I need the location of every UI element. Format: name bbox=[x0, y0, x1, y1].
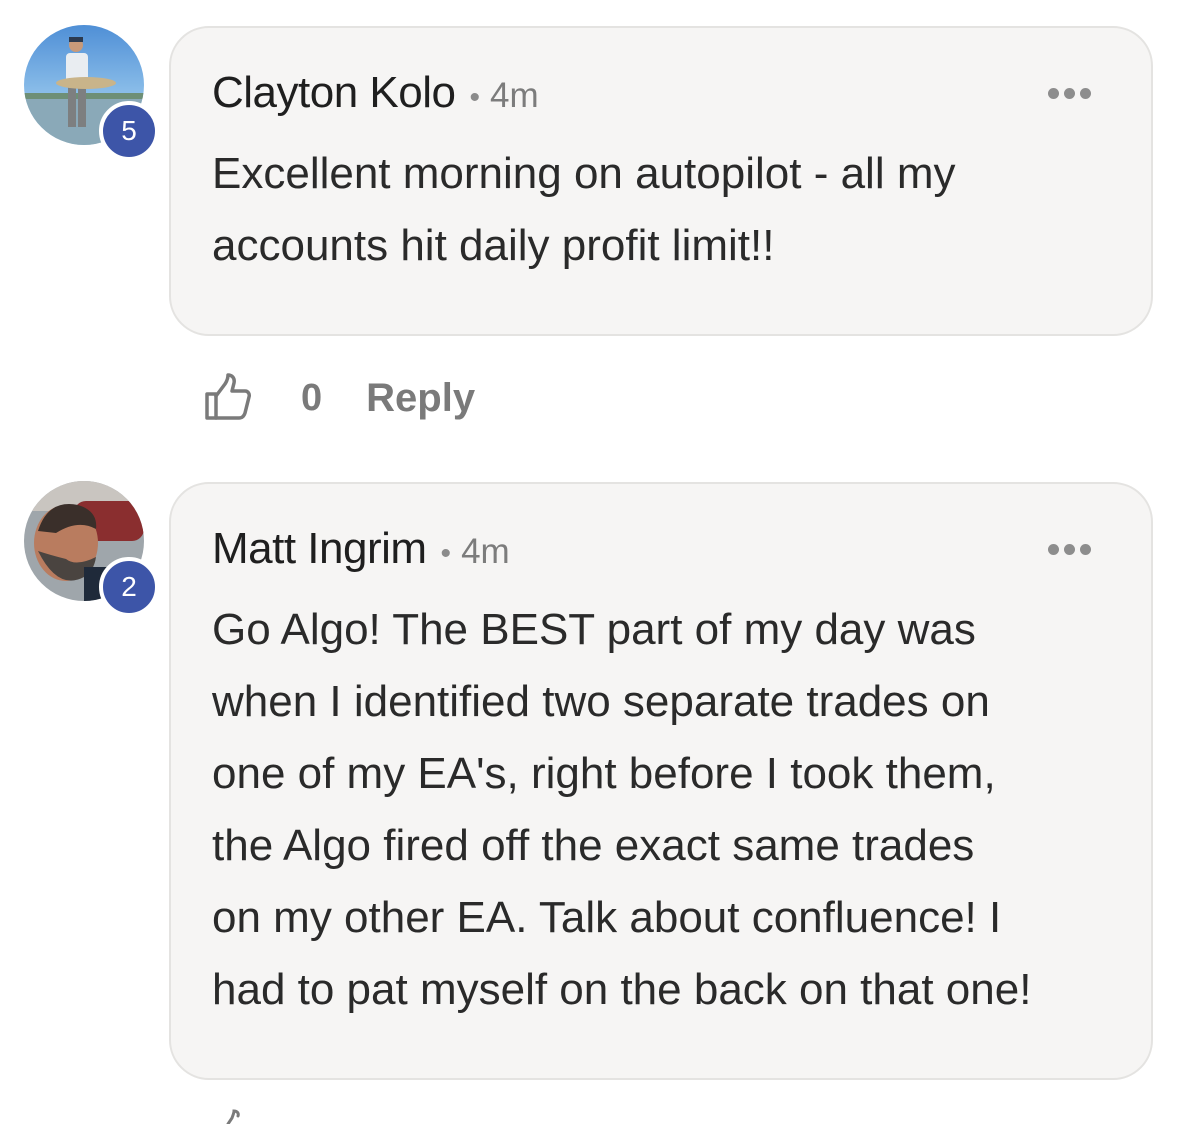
thumbs-up-icon[interactable] bbox=[203, 372, 255, 424]
level-badge: 5 bbox=[99, 101, 159, 161]
comment-header: Clayton Kolo • 4m bbox=[212, 68, 1111, 128]
comment-header: Matt Ingrim • 4m bbox=[212, 524, 1111, 584]
comment-bubble: Matt Ingrim • 4m Go Algo! The BEST part … bbox=[169, 482, 1153, 1080]
meta-separator: • bbox=[469, 81, 480, 114]
timestamp: 4m bbox=[461, 532, 510, 571]
thumbs-up-icon-partial[interactable] bbox=[222, 1108, 252, 1124]
more-options-icon[interactable] bbox=[1048, 544, 1091, 555]
comment-text: Go Algo! The BEST part of my day was whe… bbox=[212, 605, 1032, 1014]
avatar-container[interactable]: 2 bbox=[24, 481, 159, 617]
more-options-icon[interactable] bbox=[1048, 88, 1091, 99]
avatar-container[interactable]: 5 bbox=[24, 25, 159, 161]
author-name[interactable]: Matt Ingrim bbox=[212, 524, 427, 574]
reply-button[interactable]: Reply bbox=[366, 376, 475, 421]
author-name[interactable]: Clayton Kolo bbox=[212, 68, 456, 118]
comment-text: Excellent morning on autopilot - all my … bbox=[212, 149, 956, 270]
comment-actions: 0 Reply bbox=[203, 368, 475, 428]
level-badge: 2 bbox=[99, 557, 159, 617]
comment-item: 2 Matt Ingrim • 4m Go Algo! The BEST par… bbox=[0, 440, 1179, 1124]
like-count: 0 bbox=[301, 376, 323, 419]
timestamp: 4m bbox=[490, 76, 539, 115]
comment-item: 5 Clayton Kolo • 4m Excellent morning on… bbox=[0, 0, 1179, 440]
comment-bubble: Clayton Kolo • 4m Excellent morning on a… bbox=[169, 26, 1153, 336]
meta-separator: • bbox=[440, 537, 452, 570]
